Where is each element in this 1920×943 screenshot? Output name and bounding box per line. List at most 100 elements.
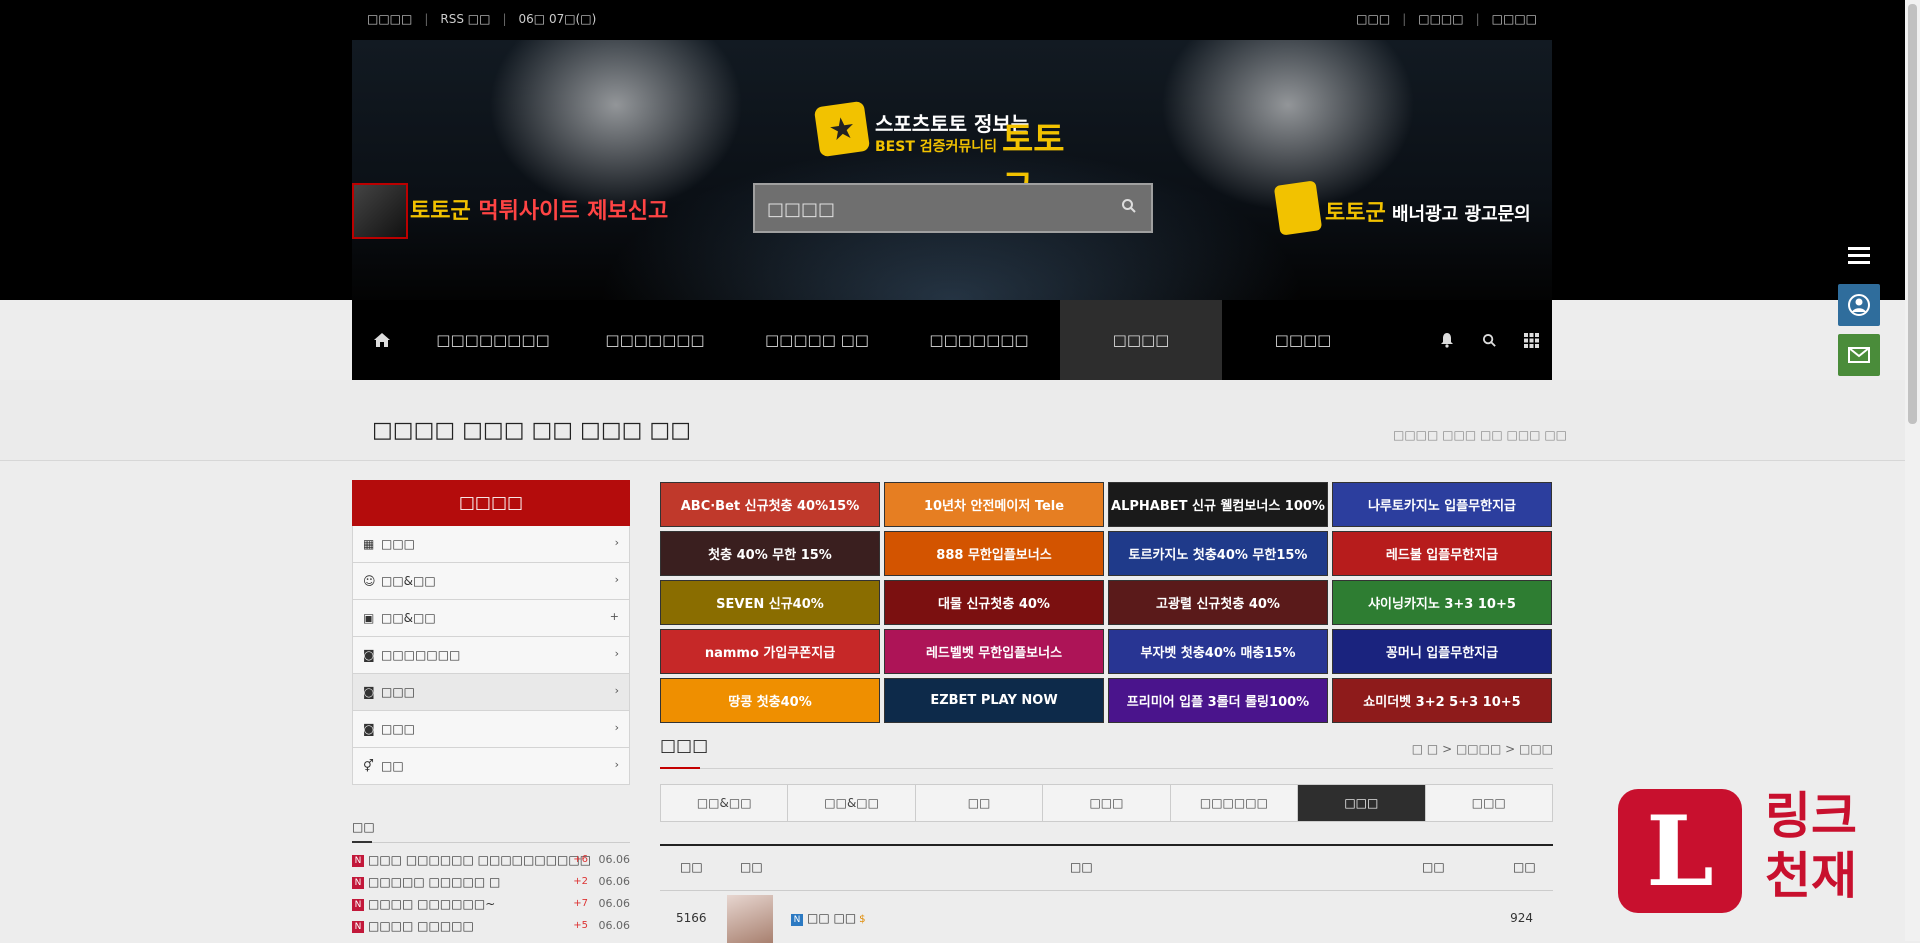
nav-item-1[interactable]: □□□□□□□□ [412,300,574,380]
divider: | [502,12,507,26]
tab-6[interactable]: □□□ [1298,785,1426,821]
ad-banner[interactable]: ABC·Bet 신규첫충 40%15% [660,482,880,527]
tab-2[interactable]: □□&□□ [788,785,916,821]
top-link-find[interactable]: □□□□ [1492,12,1537,26]
search-input[interactable] [765,195,1099,223]
list-item[interactable]: N □□□ □□□□□□ □□□□□□□□□□ +6 06.06 [352,849,630,871]
gender-icon: ⚥ [363,759,374,773]
main-nav: □□□□□□□□ □□□□□□□ □□□□□ □□ □□□□□□□ □□□□ □… [352,300,1552,380]
list-item[interactable]: N □□□□□ □□□□□ □ +2 06.06 [352,871,630,893]
ad-banner[interactable]: 10년차 안전메이저 Tele [884,482,1104,527]
sidebar-item-3[interactable]: ▣ □□&□□ + [352,600,630,637]
post-title-cell[interactable]: N □□ □□ $ [791,911,866,926]
site-logo[interactable]: ★ 스포츠토토 정보는 BEST 검증커뮤니티 토토군 [813,100,1087,209]
search-icon[interactable] [1121,198,1141,218]
search-box [753,183,1153,233]
chevron-right-icon: › [614,758,619,771]
sidebar-item-label: □□□□□□□ [381,648,461,662]
report-banner[interactable]: 토토군 먹튀사이트 제보신고 [352,183,668,243]
sidebar-item-6[interactable]: ◙ □□□ › [352,711,630,748]
tab-5[interactable]: □□□□□□ [1171,785,1299,821]
scrollbar-thumb[interactable] [1908,4,1917,424]
watermark-letter: L [1618,789,1742,913]
sidebar-item-4[interactable]: ◙ □□□□□□□ › [352,637,630,674]
tab-4[interactable]: □□□ [1043,785,1171,821]
tab-3[interactable]: □□ [916,785,1044,821]
ad-banner[interactable]: 땅콩 첫충40% [660,678,880,723]
grid-menu-icon[interactable] [1510,332,1552,348]
ad-banner[interactable]: 토르카지노 첫충40% 무한15% [1108,531,1328,576]
nav-item-5[interactable]: □□□□ [1060,300,1222,380]
ad-banner[interactable]: 나루토카지노 입플무한지급 [1332,482,1552,527]
tab-1[interactable]: □□&□□ [661,785,789,821]
plus-icon: + [609,610,619,623]
chevron-right-icon: › [614,573,619,586]
tab-7[interactable]: □□□ [1426,785,1552,821]
sidebar-item-label: □□□ [381,685,416,699]
nav-item-3[interactable]: □□□□□ □□ [736,300,898,380]
nav-tools [1426,300,1552,380]
camera-icon: ◙ [363,685,375,699]
top-link-home[interactable]: □□□□ [367,12,412,26]
list-item[interactable]: N □□□□ □□□□□ +5 06.06 [352,915,630,937]
top-link-register[interactable]: □□□□ [1418,12,1463,26]
post-title: □□□ □□□□□□ □□□□□□□□□□ [368,853,592,867]
home-icon[interactable] [352,300,412,380]
post-title: □□□□□ □□□□□ □ [368,875,501,889]
ad-banner[interactable]: ALPHABET 신규 웰컴보너스 100% [1108,482,1328,527]
nav-item-2[interactable]: □□□□□□□ [574,300,736,380]
ad-banner[interactable]: 888 무한입플보너스 [884,531,1104,576]
table-header: □□ □□ □□ □□ □□ [660,844,1553,891]
sidebar-item-5[interactable]: ◙ □□□ › [352,674,630,711]
coin-icon: $ [859,914,866,925]
page-scrollbar[interactable] [1905,0,1920,941]
camera-icon: ◙ [363,648,375,662]
divider: | [1402,12,1407,26]
logo-subtagline: BEST 검증커뮤니티 [875,139,998,155]
sidebar-item-label: □□&□□ [381,574,436,588]
list-item[interactable]: N □□□□ □□□□□□~ +7 06.06 [352,893,630,915]
comment-count: +7 [573,898,588,909]
recent-posts: □□ N □□□ □□□□□□ □□□□□□□□□□ +6 06.06 N □□□□□ … [352,820,630,937]
sidebar-item-7[interactable]: ⚥ □□ › [352,748,630,785]
ad-banner[interactable]: 샤이닝카지노 3+3 10+5 [1332,580,1552,625]
nav-item-6[interactable]: □□□□ [1222,300,1384,380]
ad-banner[interactable]: 프리미어 입플 3롤더 롤링100% [1108,678,1328,723]
search-icon[interactable] [1468,333,1510,348]
col-author: □□ [1422,860,1445,874]
top-link-login[interactable]: □□□ [1356,12,1390,26]
category-tabs: □□&□□ □□&□□ □□ □□□ □□□□□□ □□□ □□□ [660,784,1553,822]
nav-item-4[interactable]: □□□□□□□ [898,300,1060,380]
ad-inquiry-banner[interactable]: 토토군 배너광고 광고문의 [1273,180,1552,243]
ad-banner[interactable]: 부자벳 첫충40% 매충15% [1108,629,1328,674]
sidebar-item-2[interactable]: ☺ □□&□□ › [352,563,630,600]
top-link-rss[interactable]: RSS □□ [440,12,490,26]
breadcrumb[interactable]: □ □ > □□□□ > □□□ [1412,742,1553,756]
post-title: □□ □□ [807,911,857,925]
top-links-right: □□□ | □□□□ | □□□□ [1356,12,1537,26]
ad-banner[interactable]: SEVEN 신규40% [660,580,880,625]
post-date: 06.06 [598,875,631,888]
sidebar-item-label: □□ [381,759,404,773]
ad-banner[interactable]: 대물 신규첫충 40% [884,580,1104,625]
watermark-text: 링크 천재 [1765,787,1857,905]
post-title: □□□□ □□□□□ [368,919,474,933]
sidebar-item-1[interactable]: ▦ □□□ › [352,526,630,563]
ad-banner[interactable]: 첫충 40% 무한 15% [660,531,880,576]
category-sidebar: □□□□ ▦ □□□ › ☺ □□&□□ › ▣ □□&□□ + ◙ □□□□□□□ › ◙ □□… [352,480,630,785]
ad-banner[interactable]: 레드불 입플무한지급 [1332,531,1552,576]
ad-banner[interactable]: 쇼미더벳 3+2 5+3 10+5 [1332,678,1552,723]
user-icon[interactable] [1838,284,1880,326]
table-row[interactable]: 5166 N □□ □□ $ 924 [660,891,1553,943]
ad-banner[interactable]: 레드벨벳 무한입플보너스 [884,629,1104,674]
ad-banner[interactable]: 꽁머니 입플무한지급 [1332,629,1552,674]
police-car-icon [352,183,408,239]
bell-icon[interactable] [1426,332,1468,348]
ad-banner[interactable]: nammo 가입쿠폰지급 [660,629,880,674]
ad-banner[interactable]: 고광렬 신규첫충 40% [1108,580,1328,625]
ad-banner[interactable]: EZBET PLAY NOW [884,678,1104,723]
col-image: □□ [740,860,763,874]
mail-icon[interactable] [1838,334,1880,376]
post-thumbnail[interactable] [727,895,773,943]
hamburger-menu-icon[interactable] [1838,234,1880,276]
